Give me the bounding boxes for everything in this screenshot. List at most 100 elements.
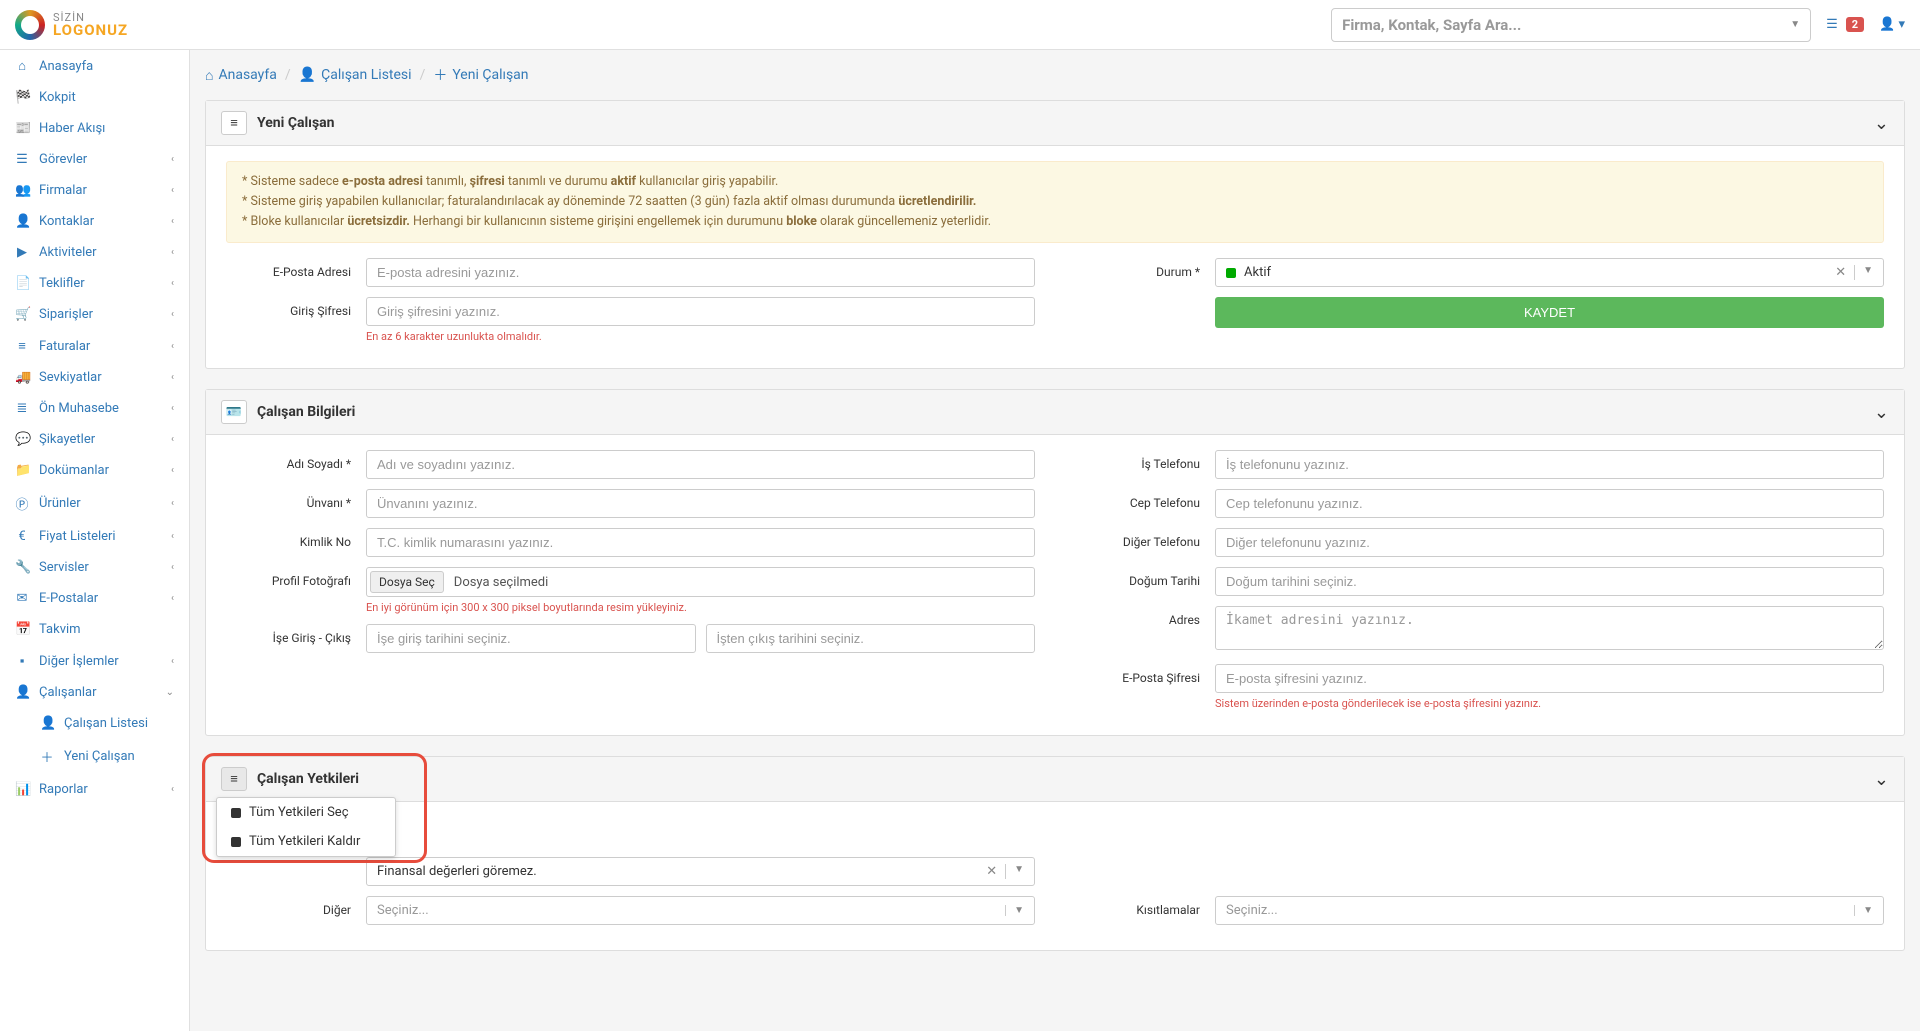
sidebar-item-5[interactable]: 👤Kontaklar‹ [0,206,189,237]
password-input[interactable] [366,297,1035,326]
sidebar-label: Çalışan Listesi [64,716,148,731]
sidebar-item-4[interactable]: 👥Firmalar‹ [0,175,189,206]
other-phone-input[interactable] [1215,528,1884,557]
panel-new-employee: ≡ Yeni Çalışan ⌄ * Sisteme sadece e-post… [205,100,1905,369]
chevron-icon: ‹ [171,593,174,604]
sidebar-item-8[interactable]: 🛒Siparişler‹ [0,299,189,330]
chevron-icon: ‹ [171,185,174,196]
sidebar-label: Anasayfa [39,59,93,74]
password-label: Giriş Şifresi [226,297,366,318]
sidebar-item-19[interactable]: ▪Diğer İşlemler‹ [0,645,189,677]
sidebar-label: Görevler [39,152,87,167]
sidebar-item-18[interactable]: 📅Takvim [0,614,189,645]
sidebar-icon: Ⓟ [15,494,29,513]
sidebar-icon: € [15,529,29,544]
sidebar-item-0[interactable]: ⌂Anasayfa [0,50,189,82]
sidebar-item-20[interactable]: 👤Çalışanlar⌄ [0,677,189,708]
collapse-icon[interactable]: ⌄ [1874,402,1889,423]
chevron-icon: ‹ [171,154,174,165]
breadcrumb-home[interactable]: ⌂Anasayfa [205,67,277,84]
global-search[interactable]: Firma, Kontak, Sayfa Ara... ▼ [1331,8,1811,42]
list-icon[interactable]: ☰ [1826,17,1838,32]
panel-menu-button[interactable]: 🪪 [221,400,247,424]
collapse-icon[interactable]: ⌄ [1874,769,1889,790]
other-label: Diğer [226,896,366,917]
id-label: Kimlik No [226,528,366,549]
sidebar-icon: 👥 [15,183,29,198]
panel-employee-info: 🪪 Çalışan Bilgileri ⌄ Adı Soyadı * Ünvan… [205,389,1905,736]
sidebar-item-6[interactable]: ▶Aktiviteler‹ [0,237,189,268]
restrict-select[interactable]: Seçiniz... ▼ [1215,896,1884,925]
sidebar-icon: ☰ [15,152,29,167]
caret-down-icon: ▼ [1854,265,1873,280]
sidebar-item-9[interactable]: ≡Faturalar‹ [0,330,189,362]
search-caret-icon: ▼ [1790,19,1800,30]
sidebar-item-17[interactable]: ✉E-Postalar‹ [0,583,189,614]
panel-title: Yeni Çalışan [257,115,335,131]
sidebar-item-14[interactable]: ⓅÜrünler‹ [0,486,189,521]
caret-down-icon: ▼ [1854,905,1873,916]
sidebar-icon: 👤 [15,685,29,700]
sidebar-icon: 👤 [40,716,54,731]
sidebar-label: Ürünler [39,496,81,511]
breadcrumb-list[interactable]: 👤Çalışan Listesi [299,67,412,83]
id-input[interactable] [366,528,1035,557]
sidebar-item-16[interactable]: 🔧Servisler‹ [0,552,189,583]
sidebar-label: Dokümanlar [39,463,109,478]
status-select[interactable]: Aktif ✕▼ [1215,258,1884,287]
epass-help: Sistem üzerinden e-posta gönderilecek is… [1215,697,1884,710]
breadcrumb: ⌂Anasayfa / 👤Çalışan Listesi / ＋Yeni Çal… [205,65,1905,85]
sidebar-item-10[interactable]: 🚚Sevkiyatlar‹ [0,362,189,393]
email-input[interactable] [366,258,1035,287]
home-icon: ⌂ [205,67,213,84]
sidebar-icon: ≡ [15,338,29,354]
date-out-input[interactable] [706,624,1036,653]
collapse-icon[interactable]: ⌄ [1874,113,1889,134]
sidebar-item-12[interactable]: 💬Şikayetler‹ [0,424,189,455]
other-select[interactable]: Seçiniz... ▼ [366,896,1035,925]
sidebar-item-11[interactable]: ≣Ön Muhasebe‹ [0,393,189,424]
breadcrumb-new[interactable]: ＋Yeni Çalışan [433,65,528,85]
clear-icon[interactable]: ✕ [1835,265,1846,280]
sidebar-item-21[interactable]: 👤 Çalışan Listesi [0,708,189,739]
work-phone-input[interactable] [1215,450,1884,479]
sidebar-label: Yeni Çalışan [64,749,135,764]
chevron-icon: ‹ [171,465,174,476]
panel-menu-button[interactable]: ≡ [221,111,247,135]
notification-badge[interactable]: 2 [1846,17,1864,32]
panel-menu-button[interactable]: ≡ [221,767,247,791]
sidebar-label: Çalışanlar [39,685,97,700]
sidebar-label: Fiyat Listeleri [39,529,116,544]
chevron-icon: ‹ [171,216,174,227]
photo-label: Profil Fotoğrafı [226,567,366,588]
user-menu[interactable]: 👤 ▾ [1879,17,1905,32]
name-input[interactable] [366,450,1035,479]
breadcrumb-sep: / [285,67,291,83]
plus-icon: ＋ [433,65,447,85]
sidebar-icon: 🔧 [15,560,29,575]
clear-icon[interactable]: ✕ [986,864,997,879]
sidebar-item-7[interactable]: 📄Teklifler‹ [0,268,189,299]
epass-input[interactable] [1215,664,1884,693]
user-icon: 👤 [299,67,316,83]
select-all-perms[interactable]: Tüm Yetkileri Seç [217,798,395,827]
sidebar-item-15[interactable]: €Fiyat Listeleri‹ [0,521,189,552]
cell-input[interactable] [1215,489,1884,518]
sidebar-item-3[interactable]: ☰ Görevler ‹ [0,144,189,175]
remove-all-perms[interactable]: Tüm Yetkileri Kaldır [217,827,395,856]
sidebar-item-1[interactable]: 🏁Kokpit [0,82,189,113]
financial-select[interactable]: Finansal değerleri göremez. ✕▼ [366,857,1035,886]
date-in-input[interactable] [366,624,696,653]
sidebar-label: Faturalar [39,339,90,354]
logo-icon [15,10,45,40]
title-input[interactable] [366,489,1035,518]
birth-input[interactable] [1215,567,1884,596]
file-choose-button[interactable]: Dosya Seç [370,571,444,593]
sidebar-item-22[interactable]: ＋Yeni Çalışan [0,739,189,774]
sidebar-item-2[interactable]: 📰Haber Akışı [0,113,189,144]
sidebar-item-23[interactable]: 📊Raporlar‹ [0,774,189,805]
sidebar-item-13[interactable]: 📁Dokümanlar‹ [0,455,189,486]
save-button[interactable]: KAYDET [1215,297,1884,328]
addr-input[interactable] [1215,606,1884,650]
restrict-label: Kısıtlamalar [1075,896,1215,917]
